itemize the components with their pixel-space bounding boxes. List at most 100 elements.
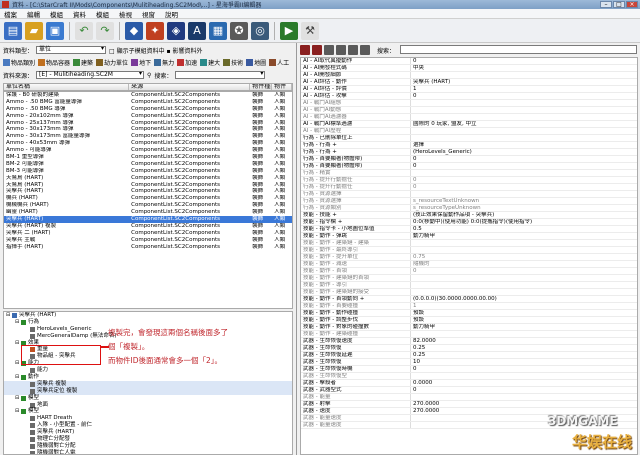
property-row[interactable]: 技能 - 動作 - 首領 0 <box>301 268 637 275</box>
test-document-icon[interactable]: ▶ <box>280 21 298 40</box>
property-value[interactable]: 0.25 <box>411 352 637 358</box>
property-value[interactable]: 10 <box>411 359 637 365</box>
property-value[interactable]: 選擇 <box>411 142 637 148</box>
menu-item[interactable]: 視窗 <box>142 9 155 19</box>
property-row[interactable]: AI - AI開發細節 <box>301 72 637 79</box>
collapse-icon[interactable] <box>360 45 370 55</box>
list-row[interactable]: 突擊兵 主戰 ComponentList.SC2Components 裝飾 人類 <box>4 237 292 244</box>
menu-item[interactable]: 說明 <box>165 9 178 19</box>
property-row[interactable]: AI - 戰鬥AI過濾器 <box>301 114 637 121</box>
property-value[interactable] <box>411 170 637 176</box>
left-search-input[interactable] <box>175 71 266 79</box>
menu-item[interactable]: 模組 <box>50 9 63 19</box>
property-row[interactable]: 技能 - 動作 - 調整步伐 預設 <box>301 317 637 324</box>
property-value[interactable]: s_resourceTextUnknown <box>411 198 637 204</box>
property-row[interactable]: 武器 - 生命恢復速度 82.0000 <box>301 338 637 345</box>
terrain-editor-icon[interactable]: ◆ <box>125 21 143 40</box>
property-row[interactable]: 技能 - 技能 + (技止效果保留動作品項 - 突擊兵) <box>301 212 637 219</box>
property-row[interactable]: 武器 - 生命恢復時機 0 <box>301 366 637 373</box>
property-value[interactable] <box>411 247 637 253</box>
raw-data-icon[interactable] <box>312 45 322 55</box>
list-row[interactable]: Ammo - 可能導彈 ComponentList.SC2Components 裝飾… <box>4 147 292 154</box>
property-row[interactable]: 技能 - 動作 - 建築碰撞 <box>301 331 637 338</box>
property-value[interactable] <box>411 275 637 281</box>
property-value[interactable]: 1 <box>411 86 637 92</box>
property-row[interactable]: AI - AI評估 - 攻擊 0 <box>301 93 637 100</box>
filter-icon[interactable] <box>336 45 346 55</box>
list-row[interactable]: 指揮手 (HART) ComponentList.SC2Components 裝飾 人… <box>4 244 292 251</box>
property-value[interactable]: 0 <box>411 156 637 162</box>
list-row[interactable]: 突擊兵 二 (HART) ComponentList.SC2Components 裝… <box>4 230 292 237</box>
property-value[interactable]: 82.0000 <box>411 338 637 344</box>
unit-list[interactable]: 保護 - B0 研製的建築 ComponentList.SC2Components… <box>3 91 293 309</box>
property-value[interactable] <box>411 72 637 78</box>
property-value[interactable]: 隨機的 <box>411 261 637 267</box>
tree-node[interactable]: ⊟ 模型 <box>4 395 292 402</box>
list-row[interactable]: 突擊兵 (HART) ComponentList.SC2Components 裝飾 人… <box>4 216 292 223</box>
property-value[interactable]: 0 <box>411 366 637 372</box>
tree-node[interactable]: 突擊兵 複製 <box>4 380 292 388</box>
property-row[interactable]: AI - AI取代異擾動作 0 <box>301 58 637 65</box>
property-row[interactable]: 行為 - 行為 + (HeroLevels_Generic) <box>301 149 637 156</box>
list-row[interactable]: 機械機兵 (HART) ComponentList.SC2Components 裝飾… <box>4 202 292 209</box>
list-row[interactable]: Ammo - 25x137mm 導彈 ComponentList.SC2Compo… <box>4 120 292 127</box>
property-value[interactable] <box>411 282 637 288</box>
menu-item[interactable]: 檔案 <box>4 9 17 19</box>
list-row[interactable]: 突擊兵 (HART) 複製 ComponentList.SC2Components… <box>4 223 292 230</box>
import-editor-icon[interactable]: ▦ <box>209 21 227 40</box>
property-row[interactable]: 技能 - 動作 - 減速 隨機的 <box>301 261 637 268</box>
property-value[interactable] <box>411 107 637 113</box>
property-row[interactable]: 武器 - 能量 <box>301 394 637 401</box>
property-row[interactable]: 技能 - 指令欄 +0:0(移動中)(使用功能) 0:0(提攜指令)(使用指令) <box>301 219 637 226</box>
tree-node[interactable]: 能力 <box>4 367 292 374</box>
property-value[interactable]: 0 <box>411 93 637 99</box>
maximize-button[interactable]: □ <box>613 1 625 8</box>
property-row[interactable]: 技能 - 動作 - 建築鏈 - 建築 <box>301 240 637 247</box>
property-value[interactable] <box>411 331 637 337</box>
property-row[interactable]: 行為 - 精實 <box>301 170 637 177</box>
property-row[interactable]: 武器 - 武器型式 0 <box>301 387 637 394</box>
filter-chip[interactable]: 加速 <box>177 58 197 67</box>
list-row[interactable]: Ammo - 40x53mm 導彈 ComponentList.SC2Compon… <box>4 140 292 147</box>
filter-chip[interactable]: 人工 <box>269 58 289 67</box>
column-header[interactable]: 物件 <box>272 84 292 90</box>
property-row[interactable]: 行為 - 資源選擇 s_resourceTextUnknown <box>301 198 637 205</box>
property-value[interactable]: 0 <box>411 387 637 393</box>
property-row[interactable]: 武器 - 射擊 270.0000 <box>301 401 637 408</box>
list-row[interactable]: 天鷲鳥 (HART) ComponentList.SC2Components 裝飾 人… <box>4 175 292 182</box>
property-row[interactable]: AI - AI評估 - 動作 突擊兵 (HART) <box>301 79 637 86</box>
filter-chip[interactable]: 無力 <box>154 58 174 67</box>
filter-chip[interactable]: 建大 <box>200 58 220 67</box>
filter-chip[interactable]: 劫力單位 <box>96 58 128 67</box>
filter-chip[interactable]: 地圖 <box>246 58 266 67</box>
tree-node[interactable]: ⊟ 模型 <box>4 408 292 415</box>
menu-item[interactable]: 編輯 <box>27 9 40 19</box>
expand-icon[interactable] <box>348 45 358 55</box>
property-value[interactable]: (0.0.0.0)(30.0000.0000.00.00) <box>411 296 637 302</box>
undo-icon[interactable]: ↶ <box>75 21 93 40</box>
right-search-input[interactable] <box>400 45 637 54</box>
property-value[interactable]: 動力騎甲 <box>411 324 637 330</box>
menu-item[interactable]: 資料 <box>73 9 86 19</box>
tree-node[interactable]: 隨機弱對亡人電 <box>4 450 292 454</box>
property-value[interactable] <box>411 135 637 141</box>
property-row[interactable]: 技能 - 動作 - 對象的碰撞數 動力騎甲 <box>301 324 637 331</box>
list-row[interactable]: Ammo - .50 BMG 導彈 ComponentList.SC2Compon… <box>4 106 292 113</box>
column-header[interactable]: 來源 <box>129 84 251 90</box>
property-value[interactable] <box>411 128 637 134</box>
property-row[interactable]: 行為 - 行為 + 選擇 <box>301 142 637 149</box>
filter-chip[interactable]: 物品容器 <box>38 58 70 67</box>
property-row[interactable]: AI - 戰鬥AI動態 <box>301 107 637 114</box>
list-row[interactable]: Ammo - 30x173mm 富能量導彈 ComponentList.SC2Co… <box>4 133 292 140</box>
filter-chip[interactable]: 建築 <box>73 58 93 67</box>
property-value[interactable]: 0:0(移動中)(使用功能) 0:0(提攜指令)(使用指令) <box>411 219 637 225</box>
tree-node[interactable]: 物理亡分配發 <box>4 436 292 443</box>
property-row[interactable]: 技能 - 動作 - 建築鏈的首領 <box>301 275 637 282</box>
property-row[interactable]: 武器 - 生命恢復 0.25 <box>301 345 637 352</box>
property-row[interactable]: 武器 - 生命恢復型 <box>301 373 637 380</box>
data-editor-icon[interactable]: ◈ <box>167 21 185 40</box>
property-value[interactable]: 預設 <box>411 310 637 316</box>
property-row[interactable]: 技能 - 動作 - 導引 <box>301 282 637 289</box>
property-row[interactable]: 行為 - 提升行動擔任 0 <box>301 184 637 191</box>
minimize-button[interactable]: – <box>600 1 612 8</box>
